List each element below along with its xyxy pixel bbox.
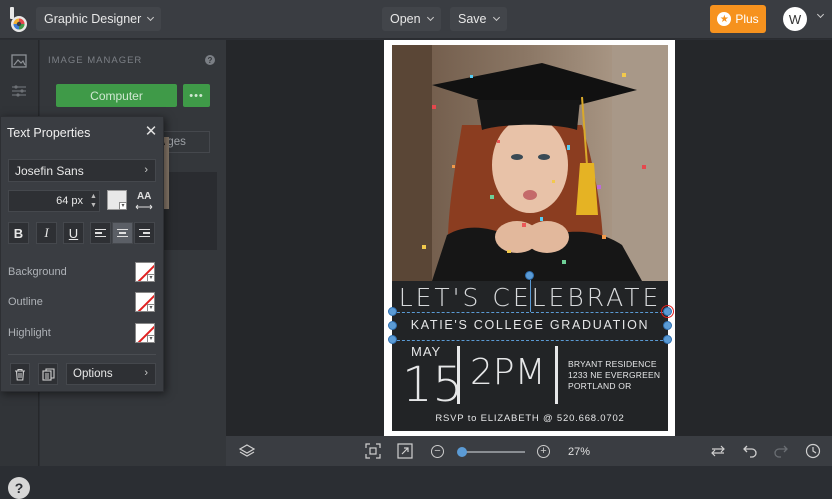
text-case-button[interactable]: AA <box>135 191 153 210</box>
image-thumbnail-frame <box>161 172 217 250</box>
highlight-label: Highlight <box>8 327 51 339</box>
history-icon[interactable] <box>805 443 821 459</box>
plus-upgrade-button[interactable]: ★ Plus <box>710 5 766 33</box>
selection-border-top <box>392 312 668 313</box>
swap-icon[interactable] <box>710 443 726 459</box>
user-avatar[interactable]: W <box>783 7 807 31</box>
divider-bar <box>457 346 460 404</box>
chevron-down-icon <box>147 13 155 22</box>
zoom-out-icon[interactable]: − <box>431 445 444 458</box>
more-sources-button[interactable]: ••• <box>183 84 210 107</box>
resize-handle[interactable] <box>663 321 672 330</box>
address-line: PORTLAND OR <box>568 381 632 391</box>
fit-to-screen-icon[interactable] <box>365 443 381 459</box>
open-label: Open <box>390 12 421 26</box>
background-label: Background <box>8 266 67 278</box>
close-icon[interactable]: ✕ <box>144 124 158 139</box>
align-center-icon <box>117 227 128 240</box>
resize-handle[interactable] <box>388 335 397 344</box>
text-case-label: AA <box>136 191 152 202</box>
chevron-down-icon: ▾ <box>119 202 127 210</box>
chevron-down-icon <box>492 13 500 22</box>
selection-border-bottom <box>392 340 668 341</box>
help-icon[interactable]: ? <box>8 477 30 499</box>
align-center-button[interactable] <box>112 222 133 244</box>
outline-label: Outline <box>8 296 43 308</box>
adjust-sliders-icon[interactable] <box>11 84 27 98</box>
layers-icon[interactable] <box>239 443 255 459</box>
bold-button[interactable]: B <box>8 222 29 244</box>
day-text[interactable]: 15 <box>402 357 463 413</box>
zoom-in-icon[interactable]: + <box>537 445 550 458</box>
save-label: Save <box>458 12 487 26</box>
rsvp-text[interactable]: RSVP to ELIZABETH @ 520.668.0702 <box>392 413 668 424</box>
resize-handle[interactable] <box>661 305 674 318</box>
address-line: 1233 NE EVERGREEN <box>568 370 661 380</box>
address-line: BRYANT RESIDENCE <box>568 359 657 369</box>
star-icon: ★ <box>717 12 732 26</box>
save-menu-button[interactable]: Save <box>450 7 507 31</box>
actual-size-icon[interactable] <box>397 443 413 459</box>
time-text[interactable]: 2PM <box>470 352 546 393</box>
align-right-button[interactable] <box>134 222 155 244</box>
options-label: Options <box>73 368 113 380</box>
resize-handle[interactable] <box>663 335 672 344</box>
open-menu-button[interactable]: Open <box>382 7 441 31</box>
font-size-input[interactable]: 64 px <box>8 190 100 212</box>
undo-icon[interactable] <box>742 443 758 459</box>
highlight-color-swatch[interactable]: ▾ <box>135 323 155 343</box>
image-manager-icon[interactable] <box>11 54 27 68</box>
italic-button[interactable]: I <box>36 222 57 244</box>
align-right-icon <box>139 227 150 240</box>
computer-upload-button[interactable]: Computer <box>56 84 177 107</box>
befunky-logo-icon[interactable] <box>8 7 30 33</box>
text-color-swatch[interactable]: ▾ <box>107 190 127 210</box>
chevron-right-icon: › <box>144 367 148 379</box>
outline-color-swatch[interactable]: ▾ <box>135 292 155 312</box>
align-left-button[interactable] <box>90 222 111 244</box>
top-bar: Graphic Designer Open Save ★ Plus W <box>0 0 832 39</box>
rotate-handle[interactable] <box>525 271 534 280</box>
chevron-right-icon: › <box>144 164 148 176</box>
double-arrow-icon <box>135 204 153 210</box>
chevron-down-icon <box>426 13 434 22</box>
resize-handle[interactable] <box>388 321 397 330</box>
duplicate-button[interactable] <box>38 363 58 385</box>
graduate-photo[interactable] <box>392 45 668 281</box>
image-manager-title: IMAGE MANAGER <box>48 55 143 66</box>
rotate-handle-line <box>530 280 531 312</box>
font-size-stepper[interactable]: ▲ ▼ <box>90 192 97 210</box>
redo-icon[interactable] <box>773 443 789 459</box>
trash-icon <box>15 368 25 381</box>
subtitle-text[interactable]: KATIE'S COLLEGE GRADUATION <box>392 318 668 332</box>
background-color-swatch[interactable]: ▾ <box>135 262 155 282</box>
zoom-slider-track[interactable] <box>459 451 525 453</box>
align-left-icon <box>95 227 106 240</box>
chevron-down-icon: ▾ <box>147 304 154 311</box>
address-text[interactable]: BRYANT RESIDENCE 1233 NE EVERGREEN PORTL… <box>568 359 660 392</box>
divider <box>8 354 156 355</box>
text-properties-panel: Text Properties ✕ Josefin Sans › 64 px ▲… <box>0 116 164 392</box>
chevron-down-icon: ▾ <box>147 335 154 342</box>
resize-handle[interactable] <box>388 307 397 316</box>
underline-button[interactable]: U <box>63 222 84 244</box>
delete-button[interactable] <box>10 363 30 385</box>
divider-bar <box>555 346 558 404</box>
help-icon[interactable]: ? <box>205 55 215 65</box>
font-family-value: Josefin Sans <box>15 163 84 178</box>
plus-label: Plus <box>735 12 759 26</box>
options-button[interactable]: Options › <box>66 363 156 385</box>
bottom-toolbar: − + <box>226 436 832 466</box>
zoom-slider-handle[interactable] <box>457 447 467 457</box>
app-selector[interactable]: Graphic Designer <box>36 7 162 31</box>
zoom-level: 27% <box>568 446 591 458</box>
app-name: Graphic Designer <box>44 12 142 26</box>
copy-icon <box>41 367 55 381</box>
font-family-select[interactable]: Josefin Sans › <box>8 159 156 182</box>
chevron-down-icon: ▾ <box>147 274 154 281</box>
text-properties-title: Text Properties <box>7 126 91 140</box>
chevron-down-icon[interactable] <box>816 10 825 19</box>
